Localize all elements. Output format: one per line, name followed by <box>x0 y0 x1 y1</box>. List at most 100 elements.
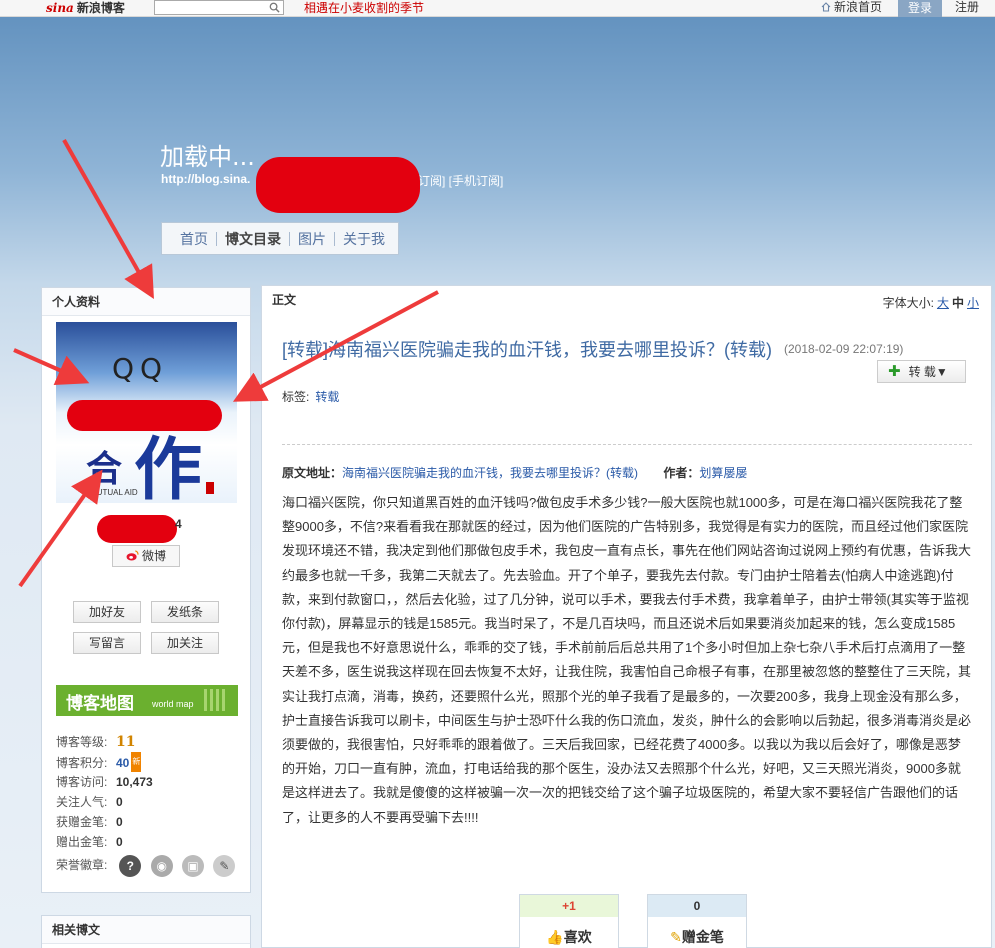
top-bar: sina 新浪博客 相遇在小麦收割的季节 新浪首页 登录 注册 <box>0 0 995 17</box>
blog-map-title: 博客地图 <box>66 694 134 713</box>
like-label-row: 👍喜欢 <box>520 917 618 947</box>
tag-link[interactable]: 转载 <box>315 390 339 404</box>
like-box[interactable]: +1 👍喜欢 <box>519 894 619 948</box>
profile-panel: 个人资料 QQ 合 作 MUTUAL AID 4 微博 加好友 发纸条 写留言 … <box>41 287 251 893</box>
author-label: 作者： <box>663 466 700 480</box>
avatar-qq-text: QQ <box>112 352 169 385</box>
stat-label: 赠出金笔: <box>56 835 108 849</box>
send-note-button[interactable]: 发纸条 <box>151 601 219 623</box>
stat-value: 0 <box>116 835 123 849</box>
like-label: 喜欢 <box>563 929 592 945</box>
tab-home[interactable]: 首页 <box>172 232 216 246</box>
stat-label: 荣誉徽章: <box>56 858 108 872</box>
redaction-mark-url <box>256 157 420 213</box>
logo-brand: sina <box>46 1 74 15</box>
tags-label: 标签: <box>282 390 310 404</box>
font-size-control: 字体大小: 大中小 <box>883 294 979 311</box>
gold-pen-icon: ✎ <box>670 929 682 945</box>
blog-nav: 首页 博文目录 图片 关于我 <box>161 222 399 255</box>
lock-medal-icon[interactable]: ▣ <box>182 854 205 877</box>
stat-value: 0 <box>116 815 123 829</box>
font-size-small[interactable]: 小 <box>967 296 979 310</box>
search-box <box>154 0 284 16</box>
origin-link[interactable]: 海南福兴医院骗走我的血汗钱，我要去哪里投诉？(转载) <box>342 466 638 480</box>
blog-map-pixel-decor <box>204 689 228 711</box>
stat-points: 博客积分: 40 新 <box>56 752 241 772</box>
weibo-button[interactable]: 微博 <box>112 545 180 567</box>
new-tag: 新 <box>131 752 142 772</box>
blog-url: http://blog.sina. <box>161 172 251 186</box>
like-count: +1 <box>520 895 618 917</box>
stat-label: 获赠金笔: <box>56 815 108 829</box>
stat-popularity: 关注人气: 0 <box>56 792 241 812</box>
stat-label: 博客积分: <box>56 756 108 770</box>
profile-title: 个人资料 <box>42 288 250 316</box>
avatar-mutual-text: MUTUAL AID <box>90 488 138 497</box>
level-badge[interactable]: 11 <box>116 732 135 752</box>
stat-pens-received: 获赠金笔: 0 <box>56 812 241 832</box>
username-suffix: 4 <box>175 517 182 531</box>
stat-badges: 荣誉徽章: ? ◉ ▣ ✎ <box>56 852 241 878</box>
avatar-he-text: 合 <box>86 448 123 489</box>
pen-label: 赠金笔 <box>681 929 724 945</box>
pen-label-row: ✎赠金笔 <box>648 917 746 947</box>
tab-article-list[interactable]: 博文目录 <box>217 232 289 246</box>
add-friend-button[interactable]: 加好友 <box>73 601 141 623</box>
pen-medal-icon[interactable]: ✎ <box>213 854 236 877</box>
slogan-link[interactable]: 相遇在小麦收割的季节 <box>304 1 424 15</box>
stat-value: 10,473 <box>116 775 153 789</box>
related-posts-title: 相关博文 <box>42 916 250 944</box>
blog-stats: 博客等级: 11 博客积分: 40 新 博客访问: 10,473 关注人气: 0 获赠金笔… <box>56 732 241 878</box>
post-title: [转载]海南福兴医院骗走我的血汗钱，我要去哪里投诉？(转载) <box>282 340 772 360</box>
sina-home-label: 新浪首页 <box>834 0 883 14</box>
search-icon[interactable] <box>269 2 280 13</box>
font-size-large[interactable]: 大 <box>937 296 949 310</box>
related-posts-panel: 相关博文 <box>41 915 251 948</box>
origin-label: 原文地址： <box>282 466 343 480</box>
register-link[interactable]: 注册 <box>955 0 979 14</box>
repost-label: 转 载▼ <box>908 365 948 379</box>
stat-visits: 博客访问: 10,473 <box>56 772 241 792</box>
home-icon <box>821 2 831 12</box>
author-link[interactable]: 划算屡屡 <box>699 466 747 480</box>
camera-medal-icon[interactable]: ◉ <box>150 854 173 877</box>
divider <box>282 444 972 445</box>
avatar[interactable]: QQ 合 作 MUTUAL AID <box>56 322 237 503</box>
search-input[interactable] <box>155 2 263 16</box>
stat-label: 博客访问: <box>56 775 108 789</box>
blog-map-subtitle: world map <box>152 699 194 709</box>
redaction-mark-username <box>97 515 177 543</box>
stat-label: 关注人气: <box>56 795 108 809</box>
gold-pen-box[interactable]: 0 ✎赠金笔 <box>647 894 747 948</box>
stat-pens-given: 赠出金笔: 0 <box>56 832 241 852</box>
redaction-mark-avatar <box>67 400 222 431</box>
question-medal-icon[interactable]: ? <box>119 854 142 877</box>
sina-logo[interactable]: sina 新浪博客 <box>46 0 125 16</box>
font-size-medium[interactable]: 中 <box>952 296 964 310</box>
weibo-icon <box>126 550 139 561</box>
weibo-label: 微博 <box>141 549 166 563</box>
tab-pictures[interactable]: 图片 <box>290 232 334 246</box>
annotation-arrow <box>62 139 154 299</box>
stat-value: 0 <box>116 795 123 809</box>
subscribe-links[interactable]: 订阅] [手机订阅] <box>418 172 503 189</box>
post-tags: 标签: 转载 <box>282 388 339 405</box>
follow-button[interactable]: 加关注 <box>151 632 219 654</box>
post-panel: 正文 字体大小: 大中小 [转载]海南福兴医院骗走我的血汗钱，我要去哪里投诉？(转… <box>261 285 992 948</box>
stat-value[interactable]: 40 <box>116 756 129 770</box>
sina-home-link[interactable]: 新浪首页 <box>821 0 882 14</box>
post-body: 海口福兴医院，你只知道黑百姓的血汗钱吗?做包皮手术多少钱?一般大医院也就1000… <box>282 495 972 825</box>
font-size-label: 字体大小: <box>882 296 934 310</box>
blog-map-banner[interactable]: 博客地图 world map <box>56 685 238 716</box>
tab-about[interactable]: 关于我 <box>335 232 393 246</box>
login-button[interactable]: 登录 <box>898 0 942 17</box>
repost-button[interactable]: ✚ 转 载▼ <box>877 360 966 383</box>
pen-count: 0 <box>648 895 746 917</box>
leave-message-button[interactable]: 写留言 <box>73 632 141 654</box>
blog-title: 加载中... <box>160 143 255 171</box>
plus-icon: ✚ <box>888 363 901 380</box>
post-date: (2018-02-09 22:07:19) <box>784 342 904 356</box>
avatar-seal <box>206 482 214 494</box>
logo-text: 新浪博客 <box>76 1 125 15</box>
stat-label: 博客等级: <box>56 735 108 749</box>
